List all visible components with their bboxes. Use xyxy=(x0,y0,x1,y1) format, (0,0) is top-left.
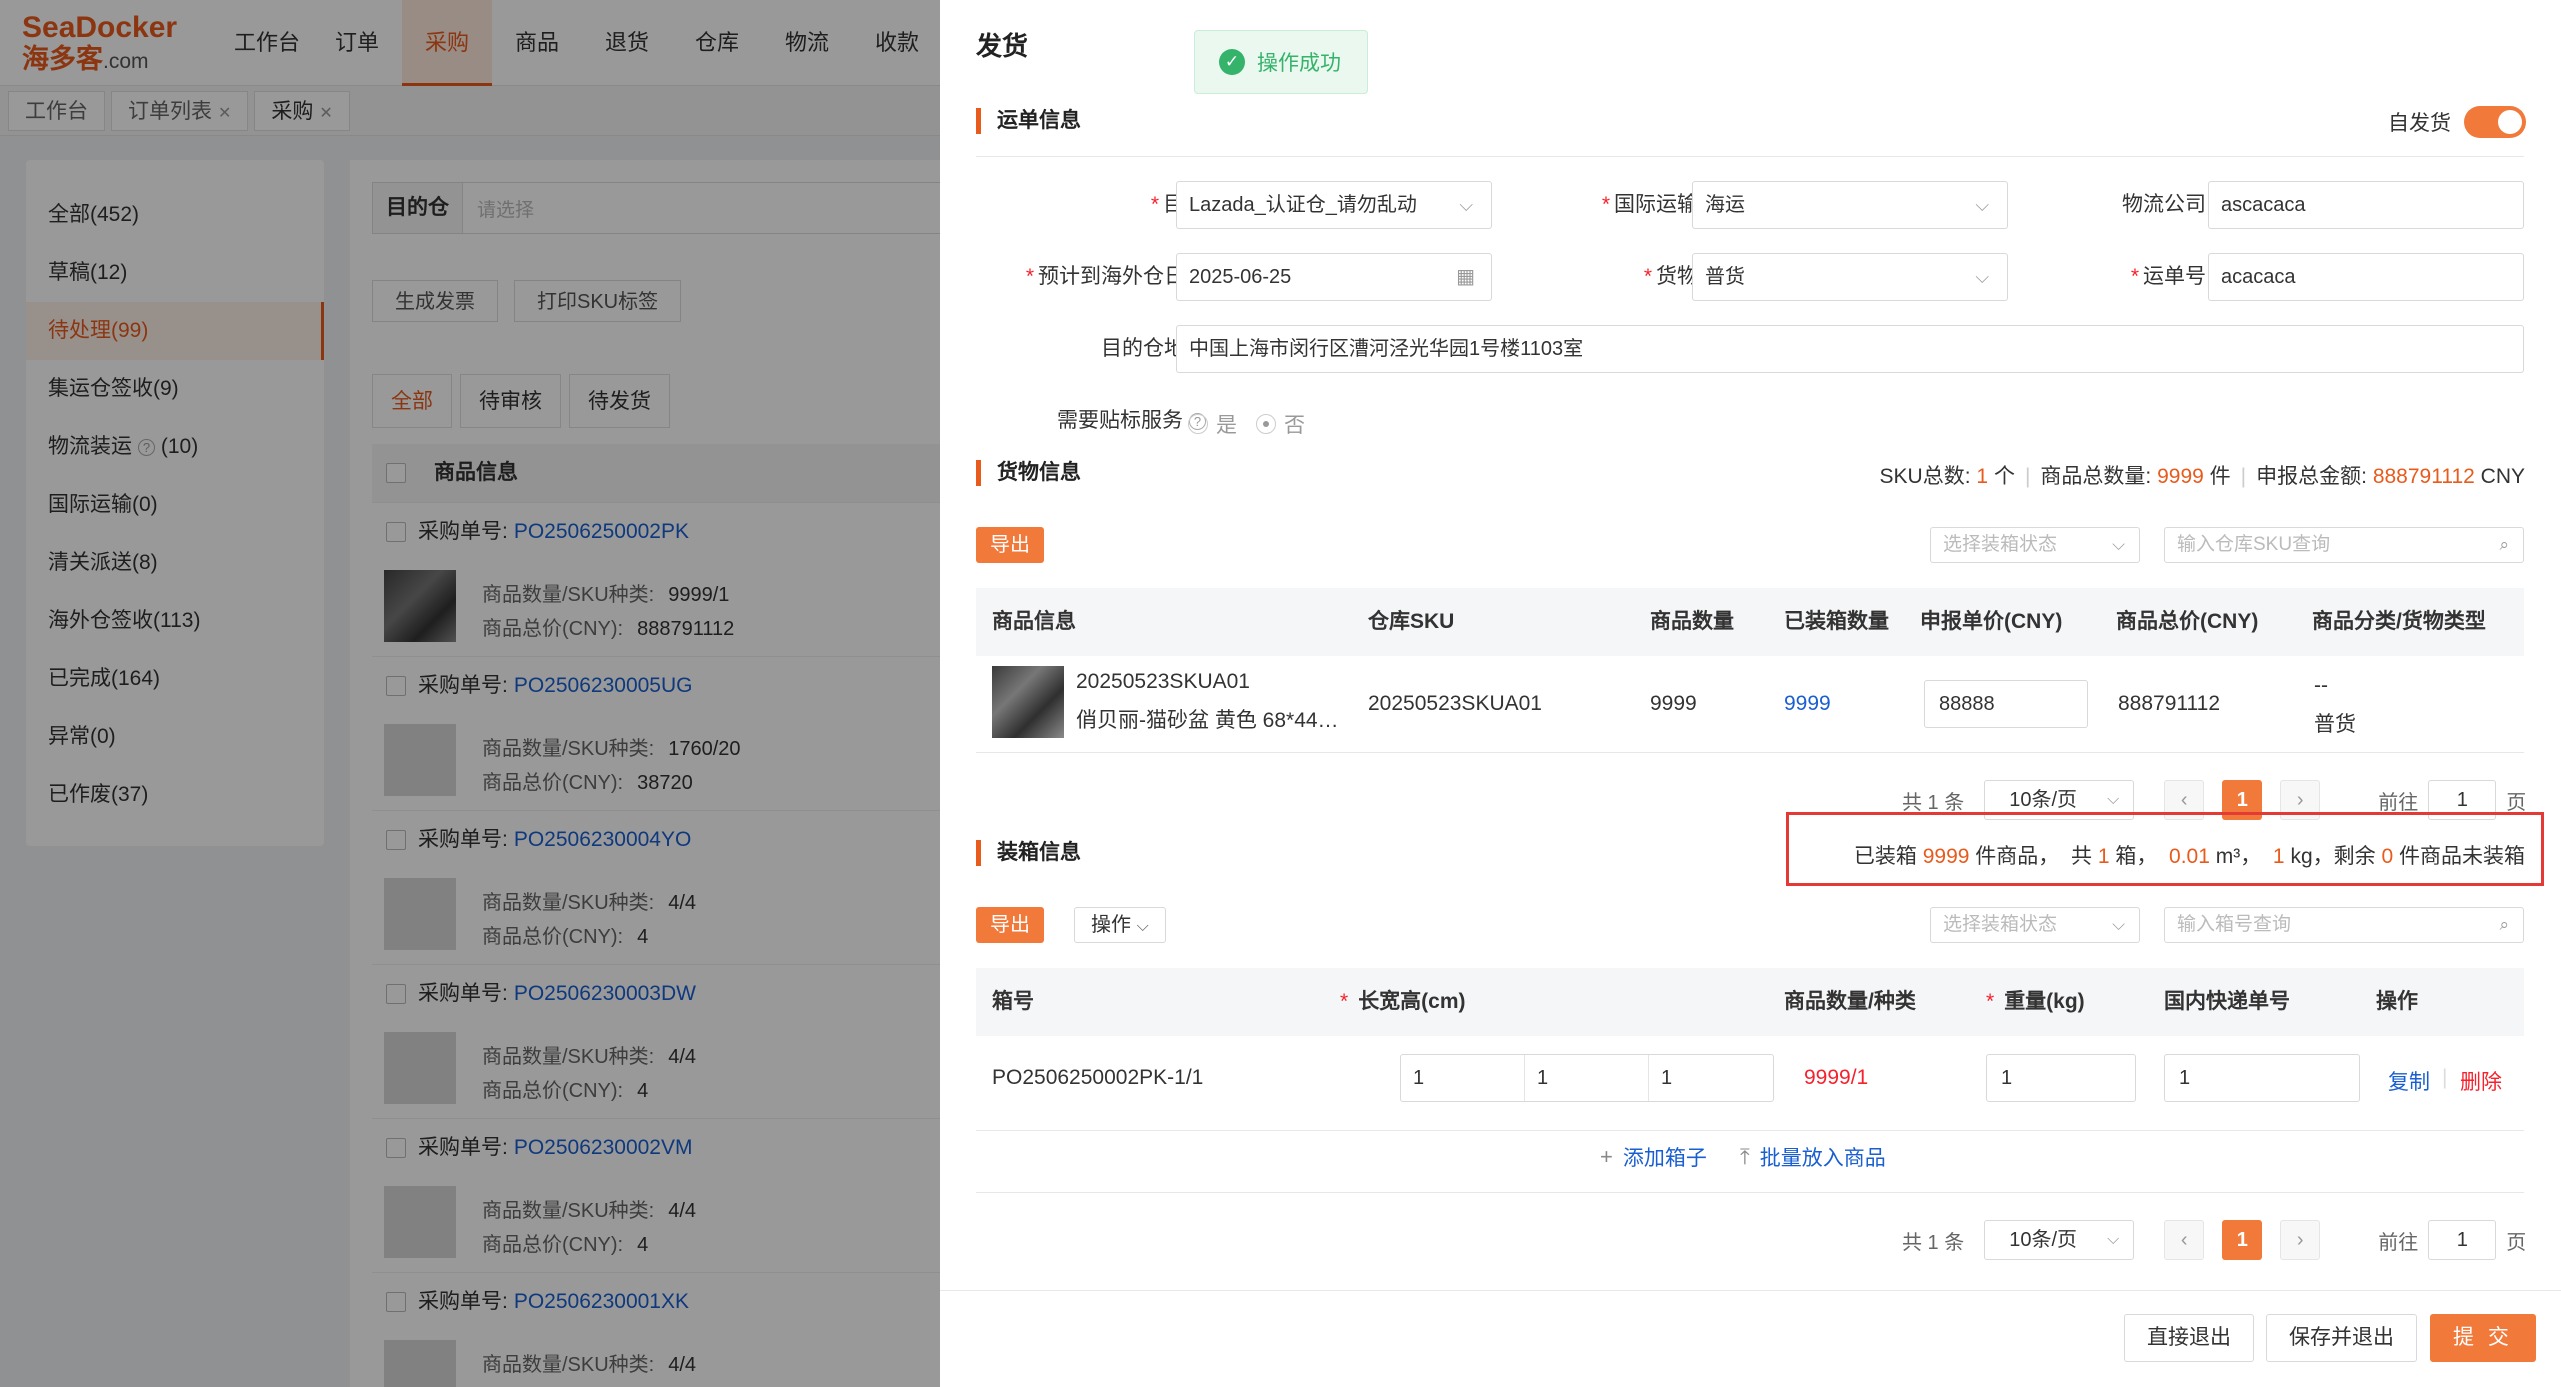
packing-actions-dropdown[interactable]: 操作 ⌵ xyxy=(1074,907,1166,943)
chevron-down-icon: ⌵ xyxy=(1975,195,1989,215)
carrier-label: 物流公司 xyxy=(2122,193,2206,216)
carrier-input[interactable]: ascacaca xyxy=(2208,181,2524,229)
calendar-icon: ▦ xyxy=(1456,266,1475,288)
chevron-down-icon: ⌵ xyxy=(1136,918,1149,935)
goods-section-title: 货物信息 xyxy=(976,460,1081,486)
goods-summary: SKU总数: 1 个 | 商品总数量: 9999 件 | 申报总金额: 88879111… xyxy=(1879,465,2525,488)
packing-export-button[interactable]: 导出 xyxy=(976,907,1044,943)
eta-label: * 预计到海外仓日期 xyxy=(1025,265,1206,288)
chevron-down-icon: ⌵ xyxy=(2107,1231,2120,1248)
batch-put-button[interactable]: ⤒ 批量放入商品 xyxy=(1740,1142,1886,1172)
box-qty-kinds: 9999/1 xyxy=(1804,1066,1869,1089)
chevron-down-icon: ⌵ xyxy=(2112,535,2125,554)
eta-date-input[interactable]: 2025-06-25 ▦ xyxy=(1176,253,1492,301)
box-number: PO2506250002PK-1/1 xyxy=(992,1066,1204,1089)
packing-table-header: 箱号 * 长宽高(cm) 商品数量/种类 * 重量(kg) 国内快递单号 操作 xyxy=(976,968,2524,1036)
product-total: 888791112 xyxy=(2118,692,2220,715)
chevron-down-icon: ⌵ xyxy=(2112,915,2125,934)
tracking-input[interactable]: acacaca xyxy=(2208,253,2524,301)
self-ship-label: 自发货 xyxy=(2388,112,2451,135)
save-exit-button[interactable]: 保存并退出 xyxy=(2266,1314,2417,1362)
next-page-button[interactable]: › xyxy=(2280,1220,2321,1260)
wh-sku-search-input[interactable]: 输入仓库SKU查询 ⌕ xyxy=(2164,527,2524,563)
packing-pagination: 共 1 条 10条/页 ⌵ ‹ 1 › 前往 1 页 xyxy=(1902,1220,2526,1260)
product-sku-code: 20250523SKUA01 xyxy=(1076,670,1250,693)
box-weight-input[interactable]: 1 xyxy=(1986,1054,2136,1102)
upload-icon: ⤒ xyxy=(1740,1144,1750,1169)
address-input[interactable]: 中国上海市闵行区漕河泾光华园1号楼1103室 xyxy=(1176,325,2524,373)
goto-page-input[interactable]: 1 xyxy=(2428,1220,2497,1260)
success-toast: ✓ 操作成功 xyxy=(1194,30,1368,94)
copy-box-link[interactable]: 复制 xyxy=(2388,1066,2430,1096)
product-thumbnail xyxy=(992,666,1064,738)
length-input[interactable]: 1 xyxy=(1401,1055,1525,1101)
goods-table-header: 商品信息 仓库SKU 商品数量 已装箱数量 申报单价(CNY) 商品总价(CNY… xyxy=(976,588,2524,656)
cargo-type: 普货 xyxy=(2314,713,2356,736)
highlight-annotation-box xyxy=(1786,812,2544,886)
label-service-label: 需要贴标服务? xyxy=(960,397,1206,445)
search-icon: ⌕ xyxy=(2499,535,2509,554)
page-1-button[interactable]: 1 xyxy=(2222,1220,2263,1260)
product-name: 俏贝丽-猫砂盆 黄色 68*44… xyxy=(1076,709,1339,732)
goods-export-button[interactable]: 导出 xyxy=(976,527,1044,563)
cargo-type-select[interactable]: 普货 ⌵ xyxy=(1692,253,2008,301)
waybill-section-title: 运单信息 xyxy=(976,108,1081,134)
warehouse-sku: 20250523SKUA01 xyxy=(1368,692,1542,715)
label-service-no[interactable]: 否 xyxy=(1256,409,1305,439)
packing-status-select[interactable]: 选择装箱状态 ⌵ xyxy=(1930,907,2140,943)
chevron-down-icon: ⌵ xyxy=(1975,267,1989,287)
packed-qty-link[interactable]: 9999 xyxy=(1784,692,1831,716)
check-icon: ✓ xyxy=(1219,49,1245,75)
dimensions-input-group: 1 1 1 xyxy=(1400,1054,1774,1102)
ship-drawer: 发货 ✓操作成功 运单信息 自发货 *目的仓 Lazada_认证仓_请勿乱动⌵ … xyxy=(940,0,2561,1387)
tracking-label: * 运单号 xyxy=(2130,265,2206,288)
plus-icon: + xyxy=(1600,1144,1613,1169)
page-size-select[interactable]: 10条/页 ⌵ xyxy=(1984,1220,2135,1260)
product-qty: 9999 xyxy=(1650,692,1697,715)
address-label: 目的仓地址 xyxy=(1101,337,1206,360)
goods-pack-status-select[interactable]: 选择装箱状态 ⌵ xyxy=(1930,527,2140,563)
exit-button[interactable]: 直接退出 xyxy=(2124,1314,2254,1362)
width-input[interactable]: 1 xyxy=(1525,1055,1649,1101)
express-no-input[interactable]: 1 xyxy=(2164,1054,2360,1102)
self-ship-toggle[interactable] xyxy=(2464,106,2526,138)
packing-section-title: 装箱信息 xyxy=(976,840,1081,866)
label-service-yes[interactable]: 是 xyxy=(1188,409,1237,439)
height-input[interactable]: 1 xyxy=(1649,1055,1773,1101)
drawer-title: 发货 xyxy=(976,31,1029,61)
delete-box-link[interactable]: 删除 xyxy=(2460,1066,2502,1096)
box-no-search-input[interactable]: 输入箱号查询 ⌕ xyxy=(2164,907,2524,943)
chevron-down-icon: ⌵ xyxy=(1459,195,1473,215)
dest-wh-select[interactable]: Lazada_认证仓_请勿乱动 ⌵ xyxy=(1176,181,1492,229)
unit-price-input[interactable]: 88888 xyxy=(1924,680,2088,728)
product-category: -- xyxy=(2314,674,2328,697)
intl-method-select[interactable]: 海运 ⌵ xyxy=(1692,181,2008,229)
add-box-button[interactable]: + 添加箱子 xyxy=(1600,1142,1707,1172)
prev-page-button[interactable]: ‹ xyxy=(2164,1220,2205,1260)
search-icon: ⌕ xyxy=(2499,915,2509,934)
submit-button[interactable]: 提 交 xyxy=(2430,1314,2536,1362)
